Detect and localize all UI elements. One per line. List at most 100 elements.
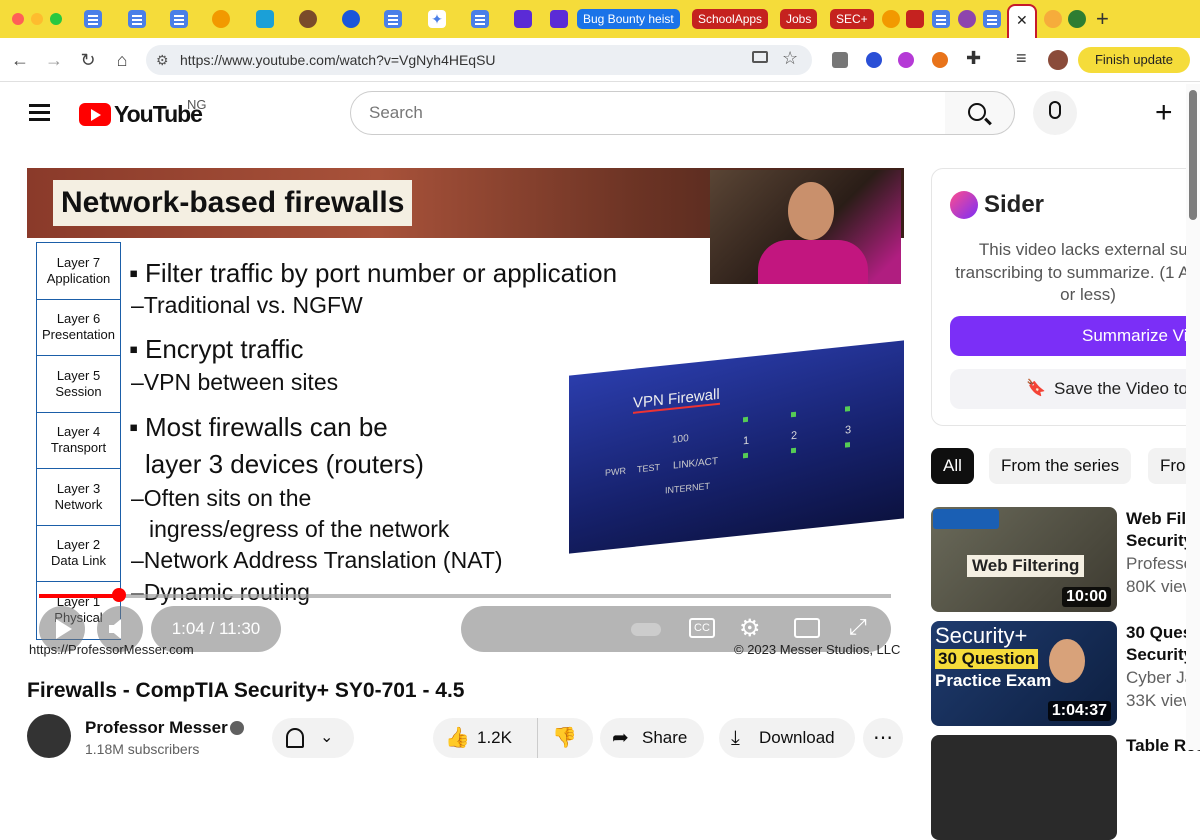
zoom-window-button[interactable]	[50, 13, 62, 25]
tab-docs-icon[interactable]	[471, 10, 489, 28]
related-thumbnail[interactable]: Security+ 30 Question Practice Exam 1:04…	[931, 621, 1117, 726]
like-count: 1.2K	[477, 728, 512, 747]
tab-favicon[interactable]	[212, 10, 230, 28]
share-icon: ➦	[612, 727, 629, 749]
save-video-button[interactable]: 🔖 Save the Video to	[950, 369, 1200, 409]
extensions-puzzle-icon[interactable]: ✚	[966, 48, 981, 69]
tab-favicon[interactable]	[299, 10, 317, 28]
tab-favicon[interactable]	[906, 10, 924, 28]
video-player[interactable]: Network-based firewalls Layer 7 Applicati…	[27, 168, 904, 660]
tab-favicon[interactable]	[550, 10, 568, 28]
progress-played	[39, 594, 120, 598]
osi-layer: Layer 7 Application	[37, 243, 120, 300]
slide-subbullet: ingress/egress of the network	[149, 516, 450, 542]
address-bar[interactable]: ⚙ https://www.youtube.com/watch?v=VgNyh4…	[146, 45, 812, 75]
tab-docs-icon[interactable]	[170, 10, 188, 28]
url-text[interactable]: https://www.youtube.com/watch?v=VgNyh4HE…	[180, 45, 496, 75]
website-watermark: https://ProfessorMesser.com	[29, 642, 194, 657]
download-button[interactable]: ⤓ Download	[719, 718, 855, 758]
theater-mode-icon[interactable]	[794, 618, 820, 638]
channel-name[interactable]: Professor Messer	[85, 718, 228, 738]
new-tab-button[interactable]: +	[1096, 6, 1109, 32]
tab-docs-icon[interactable]	[128, 10, 146, 28]
dislike-button[interactable]: 👎	[537, 718, 593, 758]
device-port-label: TEST	[637, 462, 661, 475]
like-dislike-group: 👍 1.2K 👎	[433, 718, 593, 758]
device-port-label: PWR	[605, 465, 626, 478]
close-window-button[interactable]	[12, 13, 24, 25]
browser-toolbar: ← → ↻ ⌂ ⚙ https://www.youtube.com/watch?…	[0, 38, 1200, 82]
youtube-logo[interactable]: YouTube NG	[79, 97, 219, 131]
reload-icon[interactable]: ↻	[74, 46, 102, 74]
extension-icon[interactable]	[832, 52, 848, 68]
extension-icon[interactable]	[932, 52, 948, 68]
menu-icon[interactable]	[29, 104, 50, 107]
video-title: Firewalls - CompTIA Security+ SY0-701 - …	[27, 679, 465, 702]
tab-docs-icon[interactable]	[932, 10, 950, 28]
like-button[interactable]: 👍 1.2K	[433, 718, 533, 758]
summarize-video-button[interactable]: Summarize Vid	[950, 316, 1200, 356]
tab-group-sec-plus[interactable]: SEC+	[830, 9, 874, 29]
tab-group-bug-bounty[interactable]: Bug Bounty heist	[577, 9, 680, 29]
related-thumbnail[interactable]	[931, 735, 1117, 840]
home-icon[interactable]: ⌂	[108, 46, 136, 74]
fullscreen-icon[interactable]: ⤢	[849, 614, 867, 640]
chip-from-series[interactable]: From the series	[989, 448, 1132, 484]
related-thumbnail[interactable]: Web Filtering 10:00	[931, 507, 1117, 612]
tab-favicon[interactable]	[514, 10, 532, 28]
more-actions-button[interactable]: ⋯	[863, 718, 903, 758]
tab-favicon[interactable]	[882, 10, 900, 28]
forward-icon[interactable]: →	[40, 46, 68, 74]
search-button[interactable]	[945, 91, 1015, 135]
device-port-label: 100	[672, 433, 689, 446]
minimize-window-button[interactable]	[31, 13, 43, 25]
create-icon[interactable]: +	[1155, 96, 1173, 130]
tab-group-jobs[interactable]: Jobs	[780, 9, 818, 29]
extension-icon[interactable]	[866, 52, 882, 68]
bookmark-star-icon[interactable]: ☆	[782, 48, 798, 69]
slide-subbullet: –Often sits on the	[131, 485, 312, 511]
close-tab-icon[interactable]: ✕	[1016, 12, 1028, 29]
presenter-thumbnail	[1049, 639, 1085, 683]
tab-gemini-icon[interactable]: ✦	[428, 10, 446, 28]
notifications-button[interactable]: ⌄	[272, 718, 354, 758]
install-app-icon[interactable]	[752, 51, 768, 63]
autoplay-toggle[interactable]	[631, 623, 661, 636]
profile-avatar[interactable]	[1048, 50, 1068, 70]
osi-layer: Layer 4 Transport	[37, 412, 120, 469]
progress-bar[interactable]	[39, 594, 891, 598]
search-icon	[968, 103, 986, 121]
tab-favicon[interactable]	[342, 10, 360, 28]
share-button[interactable]: ➦ Share	[600, 718, 704, 758]
search-input[interactable]: Search	[350, 91, 946, 135]
back-icon[interactable]: ←	[6, 46, 34, 74]
thumbnail-text: 30 Question	[935, 649, 1039, 669]
tab-docs-icon[interactable]	[983, 10, 1001, 28]
verified-icon	[230, 721, 244, 735]
captions-icon[interactable]: CC	[689, 618, 715, 638]
tab-favicon[interactable]	[1044, 10, 1062, 28]
progress-scrubber[interactable]	[112, 588, 127, 602]
finish-update-button[interactable]: Finish update	[1078, 47, 1190, 73]
voice-search-button[interactable]	[1033, 91, 1077, 135]
channel-avatar[interactable]	[27, 714, 71, 758]
youtube-header: YouTube NG Search +	[0, 82, 1200, 146]
chip-all[interactable]: All	[931, 448, 974, 484]
extension-icon[interactable]	[898, 52, 914, 68]
tab-group-schoolapps[interactable]: SchoolApps	[692, 9, 769, 29]
slide-subbullet: –Network Address Translation (NAT)	[131, 547, 503, 573]
site-settings-icon[interactable]: ⚙	[156, 52, 169, 69]
reading-list-icon[interactable]: ≡	[1016, 48, 1027, 69]
page-scrollbar[interactable]	[1186, 84, 1200, 750]
active-tab[interactable]: ✕	[1007, 4, 1037, 38]
osi-layer-stack: Layer 7 Application Layer 6 Presentation L…	[36, 242, 121, 640]
device-port-label: 1	[743, 434, 750, 448]
tab-docs-icon[interactable]	[384, 10, 402, 28]
tab-favicon[interactable]	[958, 10, 976, 28]
tab-favicon[interactable]	[1068, 10, 1086, 28]
tab-docs-icon[interactable]	[84, 10, 102, 28]
settings-gear-icon[interactable]: ⚙	[739, 614, 761, 643]
presenter-head	[788, 182, 834, 240]
scrollbar-thumb[interactable]	[1189, 90, 1197, 220]
tab-cisco-icon[interactable]	[256, 10, 274, 28]
